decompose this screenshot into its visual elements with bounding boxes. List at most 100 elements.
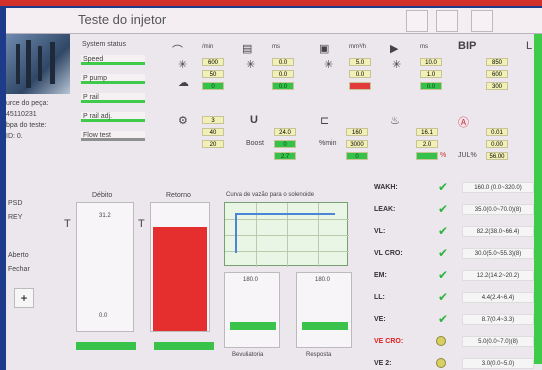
mid2-value-2[interactable]: 0 — [274, 140, 296, 148]
system-status-title: System status — [82, 41, 126, 48]
injector-small-icon: T — [138, 218, 145, 230]
check-icon: ✔ — [438, 180, 449, 194]
check-icon: ✔ — [438, 202, 449, 216]
result-leak-label: LEAK: — [374, 206, 396, 213]
cup-icon: ▣ — [319, 43, 330, 55]
settings-icon: ⚙ — [178, 115, 188, 127]
result-vl-cro-label: VL CRO: — [374, 250, 403, 257]
pending-icon — [436, 358, 446, 368]
param3-value-1[interactable]: 5.0 — [349, 58, 371, 66]
result-wakh-value: 160.0 (0.0~320.0) — [462, 182, 534, 193]
param6-unit: L — [526, 40, 533, 52]
result-ve2-value: 3.0(0.0~5.0) — [462, 358, 534, 369]
result-vl-cro-value: 30.0(5.0~55.3)(8) — [462, 248, 534, 259]
mid4-value-1[interactable]: 16.1 — [416, 128, 438, 136]
retorno-title: Retorno — [166, 192, 191, 199]
add-button[interactable]: + — [14, 288, 34, 308]
test-label: bpa do teste: — [6, 122, 47, 129]
check-icon: ✔ — [438, 312, 449, 326]
param4-value-1[interactable]: 10.0 — [420, 58, 442, 66]
param2-unit: ms — [272, 44, 280, 50]
debito-top-value: 31.2 — [99, 213, 111, 219]
injector-icon: ▤ — [242, 43, 253, 55]
param5-value-3[interactable]: 300 — [486, 82, 508, 90]
percent-label: % — [440, 152, 447, 159]
valve-icon: ⊏ — [320, 115, 330, 127]
param2-value-2[interactable]: 0.0 — [272, 70, 294, 78]
radio-rey[interactable]: REY — [8, 214, 22, 221]
mid1-value-1[interactable]: 3 — [202, 116, 224, 124]
check-icon: ✔ — [438, 224, 449, 238]
titlebar-button-2[interactable] — [436, 10, 458, 32]
mid1-value-3[interactable]: 20 — [202, 140, 224, 148]
titlebar-button-1[interactable] — [406, 10, 428, 32]
param3-value-3[interactable] — [349, 82, 371, 90]
mid5-value-2[interactable]: 0.00 — [486, 140, 508, 148]
retorno-status-bar — [154, 342, 214, 350]
debito-bottom-value: 0.0 — [99, 313, 108, 319]
mid2-value-1[interactable]: 24.0 — [274, 128, 296, 136]
mid3-value-1[interactable]: 160 — [346, 128, 368, 136]
param1-unit: /min — [202, 44, 214, 50]
param4-value-2[interactable]: 1.0 — [420, 70, 442, 78]
param1-value-2[interactable]: 50 — [202, 70, 224, 78]
status-p-rail-adj: P rail adj. — [81, 112, 145, 122]
param1-value-3[interactable]: 0 — [202, 82, 224, 90]
injector-small-icon: T — [64, 218, 71, 230]
debito-title: Débito — [92, 192, 113, 199]
result-vl-value: 82.2(38.0~66.4) — [462, 226, 534, 237]
debito-status-bar — [76, 342, 136, 350]
drop-icon: ☁ — [178, 77, 189, 89]
check-icon: ✔ — [438, 246, 449, 260]
mid1-value-2[interactable]: 40 — [202, 128, 224, 136]
check-icon: ✔ — [438, 268, 449, 282]
param5-value-1[interactable]: 850 — [486, 58, 508, 66]
rotor-icon: ✳ — [246, 59, 256, 71]
mid3-value-2[interactable]: 3000 — [346, 140, 368, 148]
mid3-value-3[interactable]: 0 — [346, 152, 368, 160]
flow-chart — [224, 202, 349, 267]
param5-value-2[interactable]: 600 — [486, 70, 508, 78]
checkbox-fechar[interactable]: Fechar — [8, 266, 30, 273]
small-panel-2: 180.0 — [296, 272, 352, 348]
mid4-value-3[interactable] — [416, 152, 438, 160]
small2-bar — [302, 322, 348, 330]
mid5-value-3[interactable]: 56.00 — [486, 152, 508, 160]
retorno-panel — [150, 202, 210, 332]
result-ll-label: LL: — [374, 294, 385, 301]
title-bar: Teste do injetor — [6, 8, 542, 34]
result-ve2-label: VE 2: — [374, 360, 392, 367]
status-speed: Speed — [81, 55, 145, 65]
result-wakh-label: WAKH: — [374, 184, 398, 191]
titlebar-button-3[interactable] — [471, 10, 493, 32]
param2-value-3[interactable]: 0.0 — [272, 82, 294, 90]
mid2-value-3[interactable]: 2.7 — [274, 152, 296, 160]
checkbox-aberto[interactable]: Aberto — [8, 252, 29, 259]
bip-icon: BIP — [458, 40, 477, 52]
result-em-label: EM: — [374, 272, 387, 279]
chart-title: Curva de vazão para o solenoide — [226, 192, 315, 198]
result-em-value: 12.2(14.2~20.2) — [462, 270, 534, 281]
result-leak-value: 35.0(0.0~70.0)(8) — [462, 204, 534, 215]
result-ve-cro-label: VE CRO: — [374, 338, 404, 345]
pending-icon — [436, 336, 446, 346]
small-panel-1: 180.0 — [224, 272, 280, 348]
status-flow-test: Flow test — [81, 131, 145, 141]
param3-value-2[interactable]: 0.0 — [349, 70, 371, 78]
part-source-label: urce do peça: — [6, 100, 49, 107]
mid5-value-1[interactable]: 0.01 — [486, 128, 508, 136]
joule-label: JUL% — [458, 152, 477, 159]
param4-value-3[interactable]: 0.0 — [420, 82, 442, 90]
radio-psd[interactable]: PSD — [8, 200, 22, 207]
param3-unit: mm³/h — [349, 44, 366, 50]
small1-bar — [230, 322, 276, 330]
mid4-value-2[interactable]: 2.0 — [416, 140, 438, 148]
result-vl-label: VL: — [374, 228, 386, 235]
test-id: ID: 0. — [6, 133, 23, 140]
heater-icon: ♨ — [390, 115, 400, 127]
param1-value-1[interactable]: 600 — [202, 58, 224, 66]
boost-label: Boost — [246, 140, 264, 147]
param2-value-1[interactable]: 0.0 — [272, 58, 294, 66]
small-panel-1-label: Bevuliatoria — [232, 352, 264, 358]
check-icon: ✔ — [438, 290, 449, 304]
